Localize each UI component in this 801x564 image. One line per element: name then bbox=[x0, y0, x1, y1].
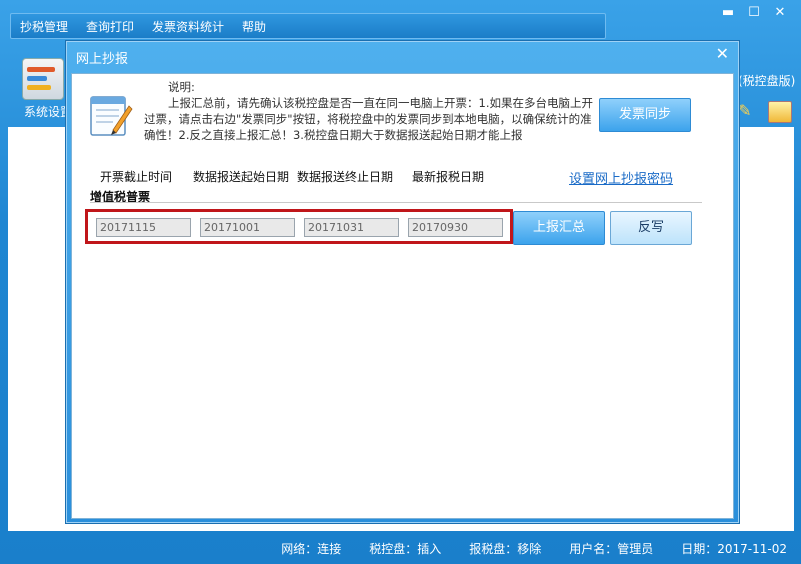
product-edition-label: (税控盘版) bbox=[738, 74, 796, 88]
menu-invoice-statistics[interactable]: 发票资料统计 bbox=[143, 18, 233, 35]
settings-icon bbox=[22, 58, 64, 100]
col-report-end: 数据报送终止日期 bbox=[297, 170, 394, 184]
instructions-heading: 说明: bbox=[168, 80, 195, 94]
status-tax-report-disk: 报税盘：移除 bbox=[469, 542, 542, 556]
notepad-icon bbox=[90, 96, 133, 136]
menu-help[interactable]: 帮助 bbox=[233, 18, 275, 35]
online-report-dialog: 网上抄报 ✕ 说明: 上报汇总前，请先确认该税控盘是否一直在同一电脑上开票：1.… bbox=[65, 40, 740, 524]
menu-query-print[interactable]: 查询打印 bbox=[77, 18, 143, 35]
divider bbox=[90, 202, 702, 203]
status-network: 网络：连接 bbox=[281, 542, 342, 556]
rewrite-button[interactable]: 反写 bbox=[610, 211, 692, 245]
menu-tax-copy-management[interactable]: 抄税管理 bbox=[11, 18, 77, 35]
close-icon[interactable]: ✕ bbox=[767, 4, 793, 22]
col-report-start: 数据报送起始日期 bbox=[193, 170, 290, 184]
set-password-link[interactable]: 设置网上抄报密码 bbox=[569, 168, 673, 187]
menu-bar: 抄税管理 查询打印 发票资料统计 帮助 bbox=[10, 13, 606, 39]
report-end-field[interactable]: 20171031 bbox=[304, 218, 399, 237]
invoice-deadline-field[interactable]: 20171115 bbox=[96, 218, 191, 237]
maximize-icon[interactable]: ☐ bbox=[741, 4, 767, 22]
dialog-title: 网上抄报 bbox=[76, 52, 129, 67]
close-icon[interactable]: ✕ bbox=[716, 44, 729, 63]
report-start-field[interactable]: 20171001 bbox=[200, 218, 295, 237]
instructions-text: 说明: 上报汇总前，请先确认该税控盘是否一直在同一电脑上开票：1.如果在多台电脑… bbox=[144, 79, 596, 143]
status-tax-disk: 税控盘：插入 bbox=[369, 542, 442, 556]
status-bar: 网络：连接 税控盘：插入 报税盘：移除 用户名：管理员 日期：2017-11-0… bbox=[0, 533, 801, 564]
minimize-icon[interactable]: ▬ bbox=[715, 4, 741, 22]
upload-summary-button[interactable]: 上报汇总 bbox=[513, 211, 605, 245]
pencil-icon[interactable]: ✎ bbox=[738, 101, 758, 121]
window-controls: ▬ ☐ ✕ bbox=[715, 4, 793, 22]
col-latest-tax-date: 最新报税日期 bbox=[412, 170, 485, 184]
lock-icon[interactable] bbox=[768, 101, 792, 123]
status-date: 日期：2017-11-02 bbox=[681, 542, 787, 556]
latest-tax-date-field[interactable]: 20170930 bbox=[408, 218, 503, 237]
system-settings-button[interactable] bbox=[22, 58, 66, 102]
dialog-body: 说明: 上报汇总前，请先确认该税控盘是否一直在同一电脑上开票：1.如果在多台电脑… bbox=[71, 73, 734, 519]
instructions-body: 上报汇总前，请先确认该税控盘是否一直在同一电脑上开票：1.如果在多台电脑上开过票… bbox=[144, 96, 593, 142]
col-invoice-deadline: 开票截止时间 bbox=[100, 170, 173, 184]
invoice-sync-button[interactable]: 发票同步 bbox=[599, 98, 691, 132]
status-user: 用户名：管理员 bbox=[569, 542, 654, 556]
